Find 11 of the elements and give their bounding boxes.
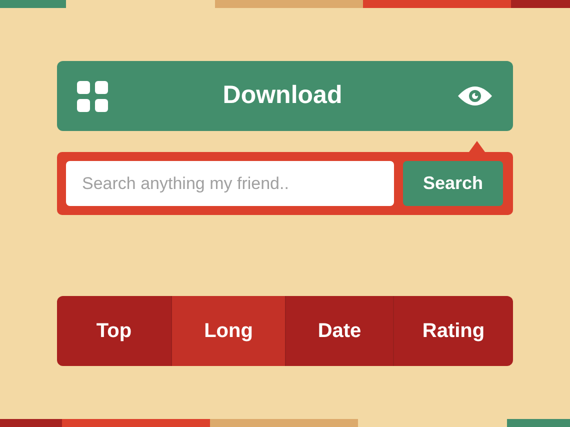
- sort-tab[interactable]: Date: [285, 296, 393, 366]
- grid-icon: [77, 80, 108, 112]
- stripe: [507, 419, 570, 427]
- download-button[interactable]: Download: [57, 61, 513, 131]
- search-field[interactable]: Search anything my friend..: [66, 161, 394, 206]
- sort-tab[interactable]: Top: [57, 296, 171, 366]
- eye-icon: [457, 85, 493, 107]
- search-button[interactable]: Search: [403, 161, 503, 206]
- stripe: [0, 0, 66, 8]
- sort-tab[interactable]: Long: [171, 296, 285, 366]
- sort-tab[interactable]: Rating: [393, 296, 513, 366]
